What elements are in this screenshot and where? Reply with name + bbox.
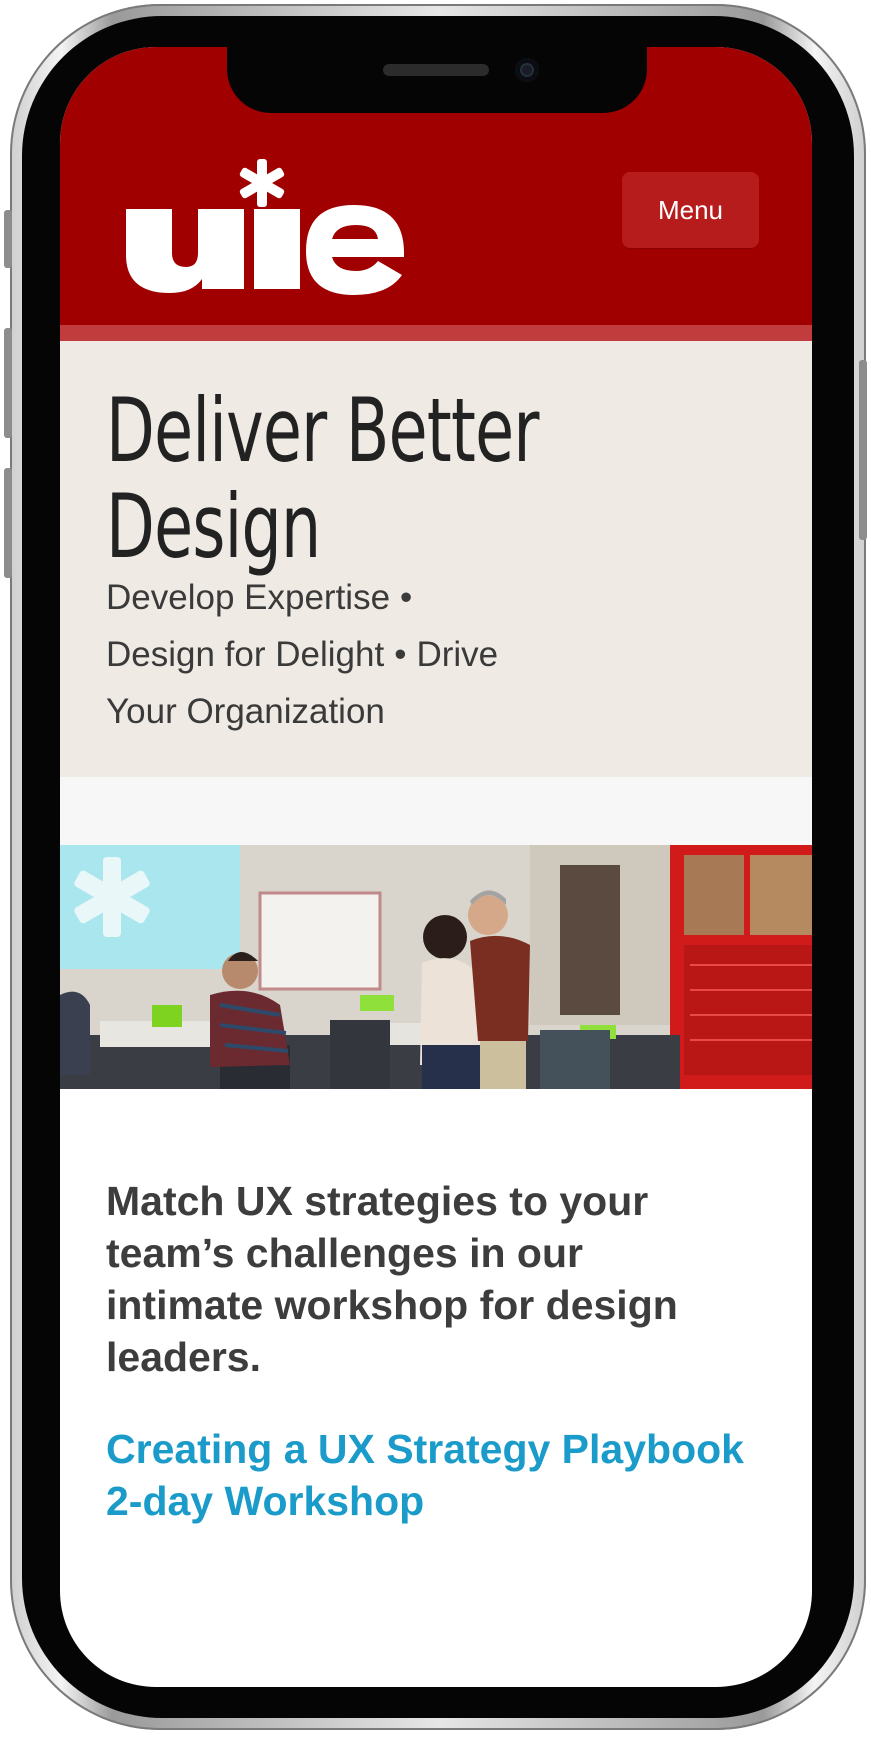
- workshop-link-line: 2-day Workshop: [106, 1478, 425, 1524]
- bullet-separator: •: [394, 635, 407, 674]
- workshop-description: Match UX strategies to your team’s chall…: [106, 1178, 678, 1380]
- tagline: Your Organization: [106, 692, 385, 731]
- speaker-grille: [383, 64, 489, 76]
- workshop-link[interactable]: Creating a UX Strategy Playbook 2-day Wo…: [106, 1423, 756, 1527]
- tagline: Drive: [416, 635, 499, 674]
- bullet-separator: •: [400, 578, 413, 617]
- workshop-photo-image: [60, 845, 812, 1089]
- menu-button[interactable]: Menu: [622, 172, 759, 248]
- side-button: [859, 360, 867, 540]
- title-line: Design: [106, 475, 321, 578]
- tagline: Design for Delight: [106, 635, 385, 674]
- asterisk-icon: [239, 159, 285, 207]
- front-camera: [515, 58, 539, 82]
- page-title: Deliver Better Design: [106, 383, 552, 575]
- workshop-link-line: Creating a UX Strategy Playbook: [106, 1426, 744, 1472]
- phone-notch: [227, 47, 647, 113]
- side-button: [4, 468, 12, 578]
- phone-screen: Menu Deliver Better Design Develop Exper…: [60, 47, 812, 1687]
- hero-taglines: Develop Expertise • Design for Delight • Dr…: [106, 569, 666, 740]
- header-stripe: [60, 325, 812, 341]
- tagline: Develop Expertise: [106, 578, 391, 617]
- side-button: [4, 328, 12, 438]
- side-button: [4, 210, 12, 268]
- section-spacer: [60, 777, 812, 845]
- workshop-photo: [60, 845, 812, 1089]
- title-line: Deliver Better: [106, 379, 539, 482]
